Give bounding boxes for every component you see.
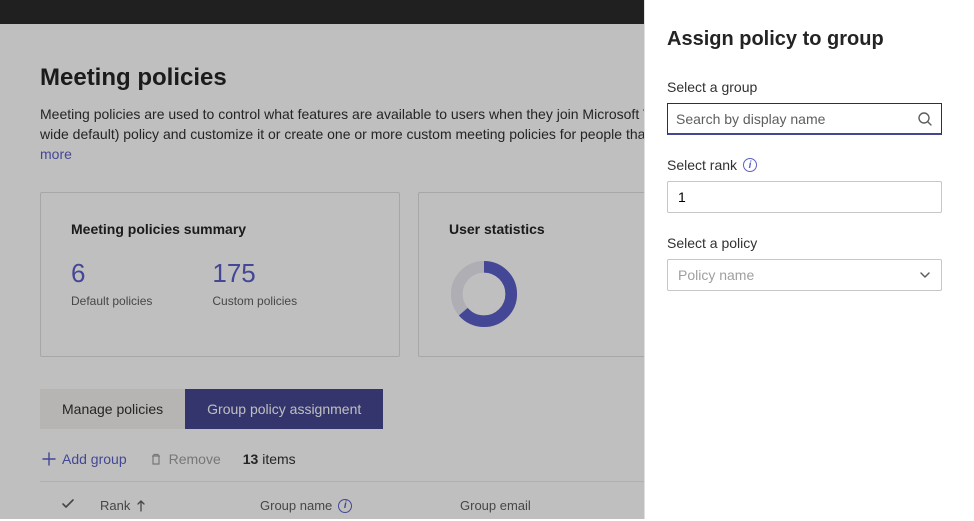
custom-policies-label: Custom policies (212, 294, 297, 308)
info-icon[interactable]: i (338, 499, 352, 513)
policy-select-placeholder: Policy name (678, 267, 754, 283)
column-group-name[interactable]: Group name i (260, 498, 460, 513)
column-checkbox[interactable] (40, 496, 90, 515)
rank-input[interactable] (678, 189, 931, 205)
panel-title: Assign policy to group (667, 28, 942, 51)
trash-icon (149, 452, 163, 466)
assign-policy-panel: Assign policy to group Select a group Se… (644, 0, 974, 519)
select-rank-field: Select rank i (667, 157, 942, 213)
select-rank-label: Select rank i (667, 157, 942, 173)
select-group-field: Select a group (667, 79, 942, 135)
select-rank-label-text: Select rank (667, 157, 737, 173)
custom-policies-value: 175 (212, 259, 297, 288)
item-count-suffix: items (262, 451, 295, 467)
select-group-label: Select a group (667, 79, 942, 95)
add-group-label: Add group (62, 451, 127, 467)
select-policy-label: Select a policy (667, 235, 942, 251)
column-name-label: Group name (260, 498, 332, 513)
info-icon[interactable]: i (743, 158, 757, 172)
policy-select[interactable]: Policy name (667, 259, 942, 291)
default-policies-label: Default policies (71, 294, 152, 308)
default-policies-value: 6 (71, 259, 152, 288)
tab-group-policy-assignment[interactable]: Group policy assignment (185, 389, 383, 429)
column-email-label: Group email (460, 498, 531, 513)
tab-manage-policies[interactable]: Manage policies (40, 389, 185, 429)
rank-input-wrapper[interactable] (667, 181, 942, 213)
plus-icon (42, 452, 56, 466)
item-count: 13 items (243, 451, 296, 467)
group-search-input[interactable] (676, 111, 917, 127)
item-count-number: 13 (243, 451, 259, 467)
column-rank-label: Rank (100, 498, 130, 513)
remove-button: Remove (149, 451, 221, 467)
sort-arrow-up-icon (136, 500, 146, 512)
chevron-down-icon (919, 269, 931, 281)
add-group-button[interactable]: Add group (42, 451, 127, 467)
group-search-box[interactable] (667, 103, 942, 135)
checkmark-icon (60, 496, 76, 512)
column-rank[interactable]: Rank (90, 498, 260, 513)
default-policies-metric: 6 Default policies (71, 259, 152, 308)
search-icon (917, 111, 933, 127)
select-policy-field: Select a policy Policy name (667, 235, 942, 291)
custom-policies-metric: 175 Custom policies (212, 259, 297, 308)
remove-label: Remove (169, 451, 221, 467)
summary-card-title: Meeting policies summary (71, 221, 246, 237)
summary-card: Meeting policies summary 6 Default polic… (40, 192, 400, 357)
